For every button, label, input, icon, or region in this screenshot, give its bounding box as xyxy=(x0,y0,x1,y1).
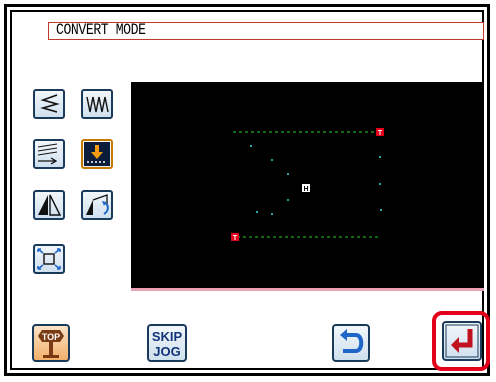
top-button[interactable]: TOP xyxy=(32,324,70,362)
multiple-stitch-button[interactable] xyxy=(33,139,65,169)
scale-button[interactable] xyxy=(33,244,65,274)
start-marker-label: T xyxy=(233,235,238,242)
multi-line-icon xyxy=(37,143,58,165)
jog-points xyxy=(250,145,382,215)
offset-down-button[interactable] xyxy=(81,139,113,169)
rotate-icon xyxy=(86,194,109,215)
end-marker-label: T xyxy=(378,130,383,137)
preview-border xyxy=(131,288,484,291)
rotate-button[interactable] xyxy=(81,190,113,220)
home-marker-label: H xyxy=(303,186,308,193)
page-title: CONVERT MODE xyxy=(56,21,146,39)
enter-icon xyxy=(445,324,479,358)
symmetry-button[interactable] xyxy=(33,190,65,220)
symmetry-icon xyxy=(38,194,62,216)
move-down-icon xyxy=(84,142,110,166)
top-sign-icon: TOP xyxy=(38,330,64,358)
skip-jog-button[interactable]: SKIP JOG xyxy=(147,324,187,362)
pattern-canvas: T T H xyxy=(231,128,384,242)
zigzag-icon xyxy=(86,96,109,113)
scale-icon xyxy=(37,248,61,270)
top-label: TOP xyxy=(42,332,60,342)
reverse-stitch-icon xyxy=(40,94,60,113)
pattern-preview[interactable]: T T H xyxy=(131,82,484,290)
return-button[interactable] xyxy=(332,324,370,362)
return-arrow-icon xyxy=(340,329,364,353)
mirror-stitch-button[interactable] xyxy=(33,89,65,119)
enter-button[interactable] xyxy=(442,321,482,361)
zigzag-button[interactable] xyxy=(81,89,113,119)
jog-label: JOG xyxy=(153,344,181,359)
skip-label: SKIP xyxy=(151,329,183,344)
